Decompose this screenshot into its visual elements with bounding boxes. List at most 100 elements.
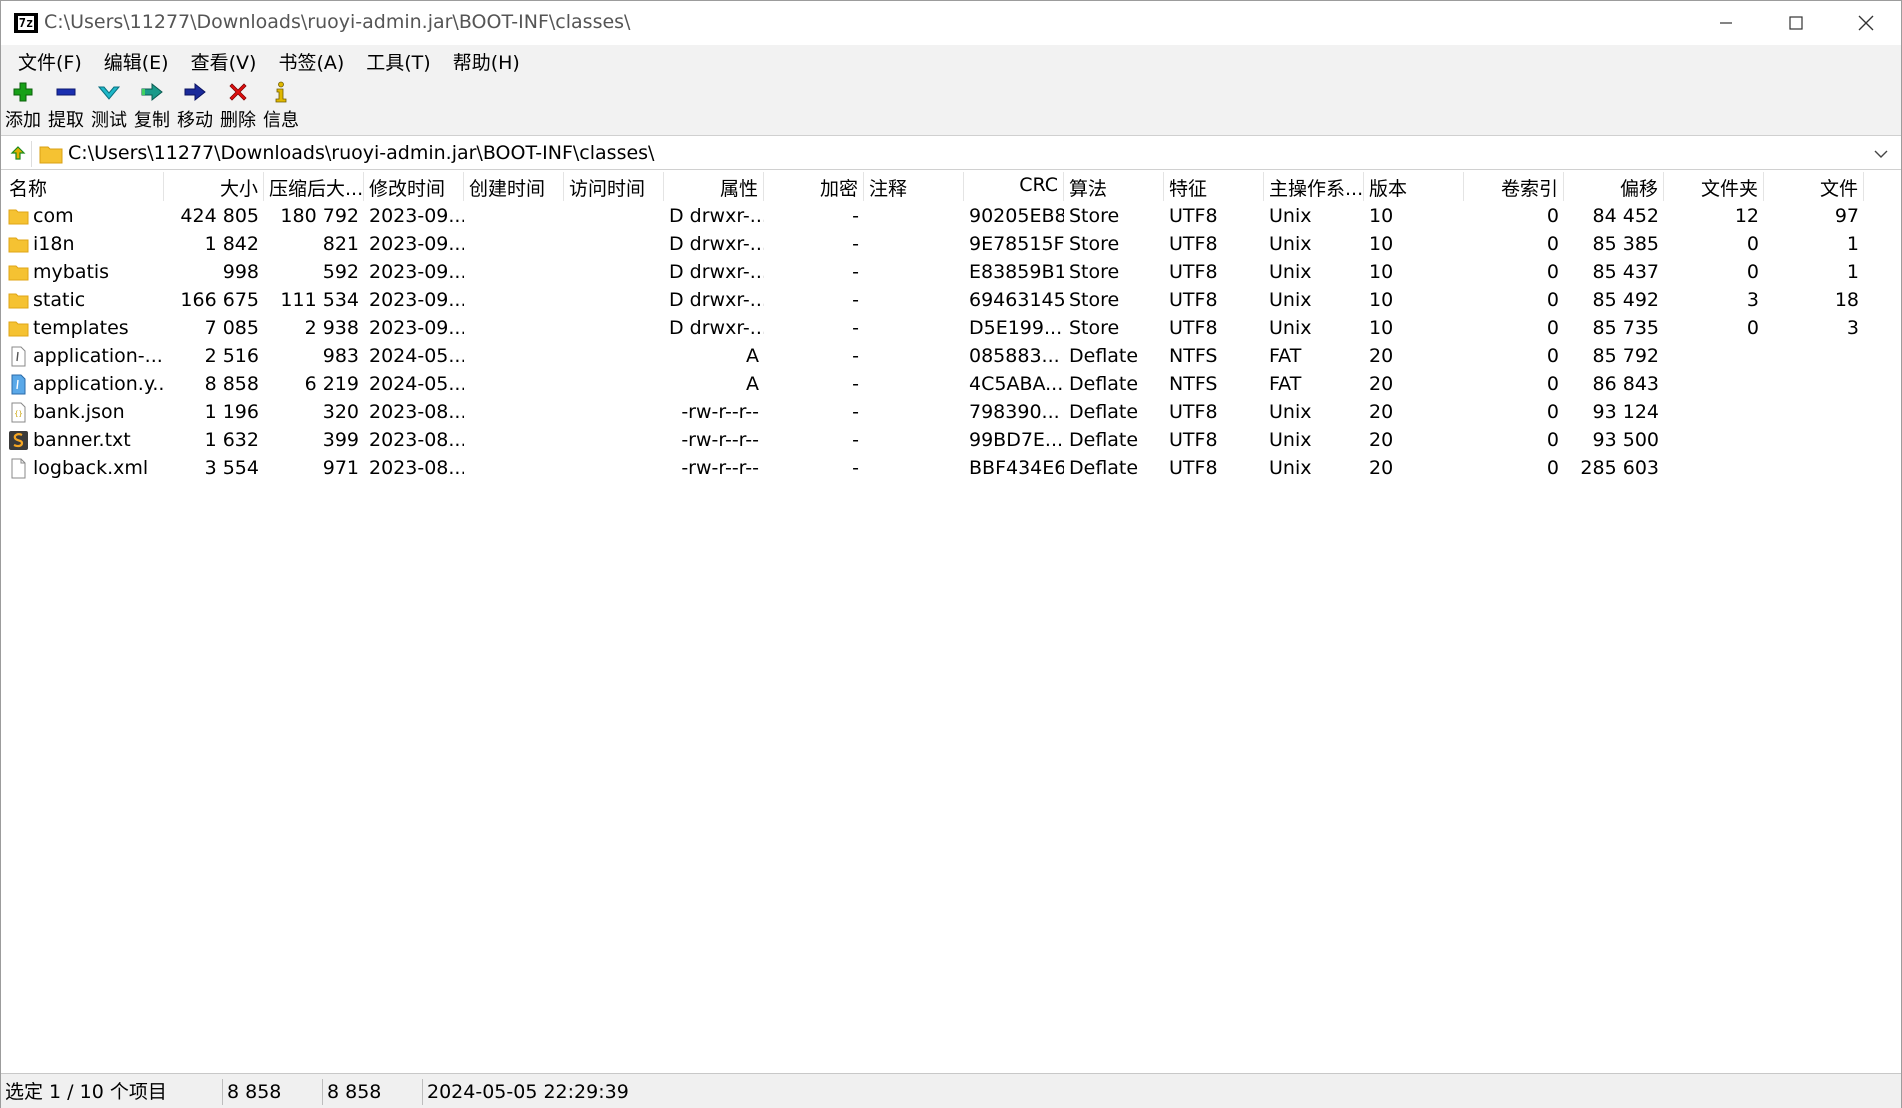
version-cell: 10 bbox=[1369, 205, 1394, 227]
encrypted-cell: - bbox=[852, 345, 859, 367]
config-file-blue-icon bbox=[8, 374, 29, 395]
folders-cell bbox=[1664, 426, 1764, 454]
title-bar: 7z C:\Users\11277\Downloads\ruoyi-admin.… bbox=[1, 1, 1901, 45]
table-row[interactable]: banner.txt 1 632 399 2023-08... -rw-r--r-- - 9… bbox=[4, 426, 1864, 454]
delete-button[interactable]: 删除 bbox=[220, 77, 256, 135]
volume-index-cell: 0 bbox=[1546, 205, 1559, 227]
col-crc[interactable]: CRC bbox=[964, 172, 1064, 201]
close-button[interactable] bbox=[1831, 1, 1901, 45]
col-files[interactable]: 文件 bbox=[1764, 172, 1864, 201]
col-version[interactable]: 版本 bbox=[1364, 172, 1464, 201]
files-cell bbox=[1764, 370, 1864, 398]
maximize-button[interactable] bbox=[1761, 1, 1831, 45]
characteristics-cell: UTF8 bbox=[1169, 205, 1218, 227]
col-created[interactable]: 创建时间 bbox=[464, 172, 564, 201]
menu-help[interactable]: 帮助(H) bbox=[442, 48, 531, 75]
address-dropdown-button[interactable] bbox=[1871, 142, 1891, 166]
col-characteristics[interactable]: 特征 bbox=[1164, 172, 1264, 201]
file-name: application.y... bbox=[33, 373, 164, 395]
menu-bookmarks[interactable]: 书签(A) bbox=[267, 48, 355, 75]
offset-cell: 93 124 bbox=[1592, 401, 1659, 423]
menu-file[interactable]: 文件(F) bbox=[7, 48, 93, 75]
col-modified[interactable]: 修改时间 bbox=[364, 172, 464, 201]
menu-edit[interactable]: 编辑(E) bbox=[93, 48, 180, 75]
characteristics-cell: UTF8 bbox=[1169, 457, 1218, 479]
move-button[interactable]: 移动 bbox=[177, 77, 213, 135]
volume-index-cell: 0 bbox=[1546, 261, 1559, 283]
col-volume-index[interactable]: 卷索引 bbox=[1464, 172, 1564, 201]
up-folder-button[interactable] bbox=[4, 141, 32, 167]
accessed-cell bbox=[564, 370, 664, 398]
accessed-cell bbox=[564, 230, 664, 258]
menu-view[interactable]: 查看(V) bbox=[180, 48, 268, 75]
version-cell: 20 bbox=[1369, 401, 1394, 423]
table-row[interactable]: templates 7 085 2 938 2023-09... D drwxr-...… bbox=[4, 314, 1864, 342]
volume-index-cell: 0 bbox=[1546, 457, 1559, 479]
table-row[interactable]: mybatis 998 592 2023-09... D drwxr-... - E8385… bbox=[4, 258, 1864, 286]
table-row[interactable]: i18n 1 842 821 2023-09... D drwxr-... - 9E7851… bbox=[4, 230, 1864, 258]
col-method[interactable]: 算法 bbox=[1064, 172, 1164, 201]
address-path-input[interactable]: C:\Users\11277\Downloads\ruoyi-admin.jar… bbox=[68, 142, 654, 164]
folder-icon bbox=[8, 262, 29, 283]
offset-cell: 86 843 bbox=[1592, 373, 1659, 395]
offset-cell: 85 792 bbox=[1592, 345, 1659, 367]
add-button[interactable]: 添加 bbox=[5, 77, 41, 135]
name-cell: {} bank.json bbox=[4, 398, 164, 426]
table-row[interactable]: {} bank.json 1 196 320 2023-08... -rw-r--r-- -… bbox=[4, 398, 1864, 426]
characteristics-cell: NTFS bbox=[1169, 345, 1218, 367]
copy-button[interactable]: 复制 bbox=[134, 77, 170, 135]
modified-cell: 2023-09... bbox=[369, 233, 464, 255]
col-comment[interactable]: 注释 bbox=[864, 172, 964, 201]
table-row[interactable]: application.y... 8 858 6 219 2024-05... A - 4C… bbox=[4, 370, 1864, 398]
col-offset[interactable]: 偏移 bbox=[1564, 172, 1664, 201]
table-row[interactable]: application-... 2 516 983 2024-05... A - 08588… bbox=[4, 342, 1864, 370]
version-cell: 10 bbox=[1369, 289, 1394, 311]
status-size: 8 858 bbox=[223, 1078, 323, 1105]
modified-cell: 2023-09... bbox=[369, 261, 464, 283]
file-name: banner.txt bbox=[33, 429, 131, 451]
modified-cell: 2023-08... bbox=[369, 429, 464, 451]
characteristics-cell: UTF8 bbox=[1169, 429, 1218, 451]
extract-button[interactable]: 提取 bbox=[48, 77, 84, 135]
crc-cell: 4C5ABA... bbox=[969, 373, 1064, 395]
folders-cell: 0 bbox=[1746, 233, 1759, 255]
move-label: 移动 bbox=[177, 110, 213, 131]
table-row[interactable]: com 424 805 180 792 2023-09... D drwxr-... - 9… bbox=[4, 202, 1864, 230]
packed-size-cell: 821 bbox=[322, 233, 359, 255]
col-host-os[interactable]: 主操作系... bbox=[1264, 172, 1364, 201]
table-row[interactable]: logback.xml 3 554 971 2023-08... -rw-r--r-- -… bbox=[4, 454, 1864, 482]
folders-cell bbox=[1664, 454, 1764, 482]
col-size[interactable]: 大小 bbox=[164, 172, 264, 201]
table-row[interactable]: static 166 675 111 534 2023-09... D drwxr-..… bbox=[4, 286, 1864, 314]
col-packed-size[interactable]: 压缩后大... bbox=[264, 172, 364, 201]
comment-cell bbox=[864, 342, 964, 370]
volume-index-cell: 0 bbox=[1546, 233, 1559, 255]
method-cell: Deflate bbox=[1069, 345, 1139, 367]
blank-file-icon bbox=[8, 458, 29, 479]
col-encrypted[interactable]: 加密 bbox=[764, 172, 864, 201]
name-cell: application-... bbox=[4, 342, 164, 370]
test-button[interactable]: 测试 bbox=[91, 77, 127, 135]
accessed-cell bbox=[564, 258, 664, 286]
comment-cell bbox=[864, 286, 964, 314]
info-button[interactable]: 信息 bbox=[263, 77, 299, 135]
folders-cell: 0 bbox=[1746, 317, 1759, 339]
col-folders[interactable]: 文件夹 bbox=[1664, 172, 1764, 201]
menu-tools[interactable]: 工具(T) bbox=[355, 48, 441, 75]
col-attributes[interactable]: 属性 bbox=[664, 172, 764, 201]
column-header-row: 名称 大小 压缩后大... 修改时间 创建时间 访问时间 属性 加密 注释 CR… bbox=[4, 172, 1869, 201]
file-name: logback.xml bbox=[33, 457, 149, 479]
minimize-button[interactable] bbox=[1691, 1, 1761, 45]
window-title: C:\Users\11277\Downloads\ruoyi-admin.jar… bbox=[44, 11, 631, 33]
name-cell: com bbox=[4, 202, 164, 230]
host-os-cell: Unix bbox=[1269, 261, 1312, 283]
file-list[interactable]: 名称 大小 压缩后大... 修改时间 创建时间 访问时间 属性 加密 注释 CR… bbox=[4, 172, 1897, 1072]
created-cell bbox=[464, 426, 564, 454]
col-name[interactable]: 名称 bbox=[4, 172, 164, 201]
copy-label: 复制 bbox=[134, 110, 170, 131]
app-7zip-icon: 7z bbox=[14, 13, 38, 33]
col-accessed[interactable]: 访问时间 bbox=[564, 172, 664, 201]
name-cell: i18n bbox=[4, 230, 164, 258]
method-cell: Store bbox=[1069, 317, 1120, 339]
crc-cell: 085883... bbox=[969, 345, 1060, 367]
